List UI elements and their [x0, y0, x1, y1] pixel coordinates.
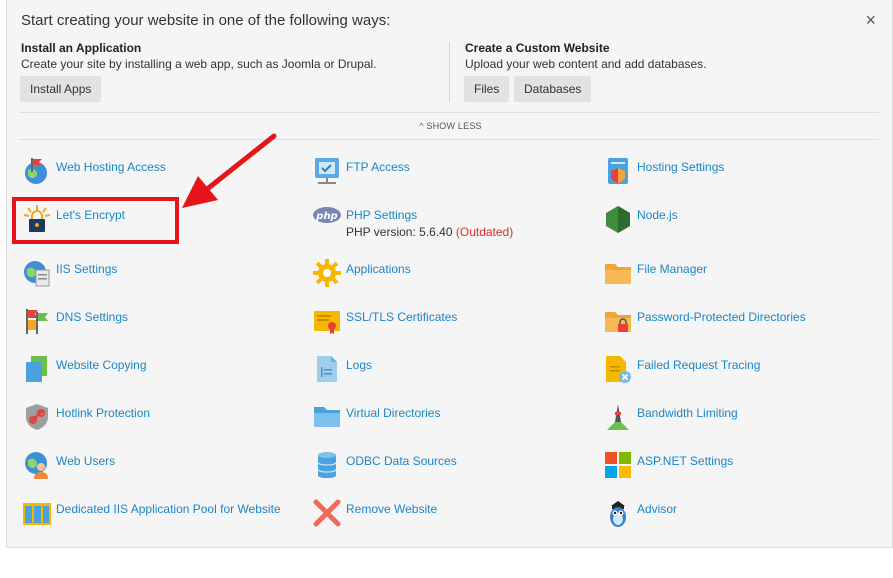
close-icon[interactable]: × — [865, 11, 876, 29]
hosting-settings-icon — [603, 156, 633, 186]
options-divider — [449, 42, 450, 102]
custom-site-title: Create a Custom Website — [465, 41, 610, 55]
tool-virtual-directories[interactable]: Virtual Directories — [312, 402, 440, 432]
files-button[interactable]: Files — [464, 76, 510, 102]
locked-folder-icon — [603, 306, 633, 336]
tool-logs[interactable]: Logs — [312, 354, 372, 384]
tool-aspnet-settings[interactable]: ASP.NET Settings — [603, 450, 733, 480]
bandwidth-icon — [603, 402, 633, 432]
tool-iis-settings[interactable]: IIS Settings — [22, 258, 117, 288]
remove-icon — [312, 498, 342, 528]
tool-hotlink-protection[interactable]: Hotlink Protection — [22, 402, 150, 432]
tool-password-protected-directories[interactable]: Password-Protected Directories — [603, 306, 806, 336]
folder-icon — [603, 258, 633, 288]
hotlink-icon — [22, 402, 52, 432]
aspnet-icon — [603, 450, 633, 480]
certificate-icon — [312, 306, 342, 336]
tool-ssl-certificates[interactable]: SSL/TLS Certificates — [312, 306, 457, 336]
tool-web-hosting-access[interactable]: Web Hosting Access — [22, 156, 166, 186]
php-version-text: PHP version: 5.6.40 (Outdated) — [346, 225, 514, 239]
tool-applications[interactable]: Applications — [312, 258, 411, 288]
dns-icon — [22, 306, 52, 336]
logs-icon — [312, 354, 342, 384]
copy-icon — [22, 354, 52, 384]
failed-request-icon — [603, 354, 633, 384]
tool-php-settings[interactable]: php PHP Settings PHP version: 5.6.40 (Ou… — [312, 204, 513, 239]
tool-web-users[interactable]: Web Users — [22, 450, 115, 480]
panel-heading: Start creating your website in one of th… — [21, 12, 391, 29]
app-pool-icon — [22, 498, 52, 528]
tool-nodejs[interactable]: Node.js — [603, 204, 678, 234]
tool-remove-website[interactable]: Remove Website — [312, 498, 437, 528]
divider-bottom — [19, 139, 879, 140]
tool-hosting-settings[interactable]: Hosting Settings — [603, 156, 724, 186]
databases-button[interactable]: Databases — [514, 76, 592, 102]
gear-icon — [312, 258, 342, 288]
highlight-box — [12, 197, 179, 244]
tool-dns-settings[interactable]: DNS Settings — [22, 306, 128, 336]
install-app-description: Create your site by installing a web app… — [21, 57, 377, 71]
divider-top — [19, 112, 879, 113]
custom-site-description: Upload your web content and add database… — [465, 57, 707, 71]
database-icon — [312, 450, 342, 480]
tool-failed-request-tracing[interactable]: Failed Request Tracing — [603, 354, 760, 384]
advisor-icon — [603, 498, 633, 528]
globe-flag-icon — [22, 156, 52, 186]
install-apps-button[interactable]: Install Apps — [20, 76, 102, 102]
virtual-dir-icon — [312, 402, 342, 432]
outdated-badge: (Outdated) — [455, 225, 514, 239]
iis-icon — [22, 258, 52, 288]
svg-text:php: php — [315, 211, 337, 222]
tool-website-copying[interactable]: Website Copying — [22, 354, 147, 384]
show-less-toggle[interactable]: ^ SHOW LESS — [7, 121, 893, 131]
tool-advisor[interactable]: Advisor — [603, 498, 677, 528]
tool-odbc-data-sources[interactable]: ODBC Data Sources — [312, 450, 457, 480]
red-arrow-icon — [182, 133, 277, 208]
php-icon: php — [312, 204, 342, 234]
web-users-icon — [22, 450, 52, 480]
tool-bandwidth-limiting[interactable]: Bandwidth Limiting — [603, 402, 738, 432]
install-app-title: Install an Application — [21, 41, 142, 55]
tool-dedicated-iis-app-pool[interactable]: Dedicated IIS Application Pool for Websi… — [22, 498, 281, 528]
ftp-icon — [312, 156, 342, 186]
tool-ftp-access[interactable]: FTP Access — [312, 156, 410, 186]
tool-file-manager[interactable]: File Manager — [603, 258, 707, 288]
nodejs-icon — [603, 204, 633, 234]
